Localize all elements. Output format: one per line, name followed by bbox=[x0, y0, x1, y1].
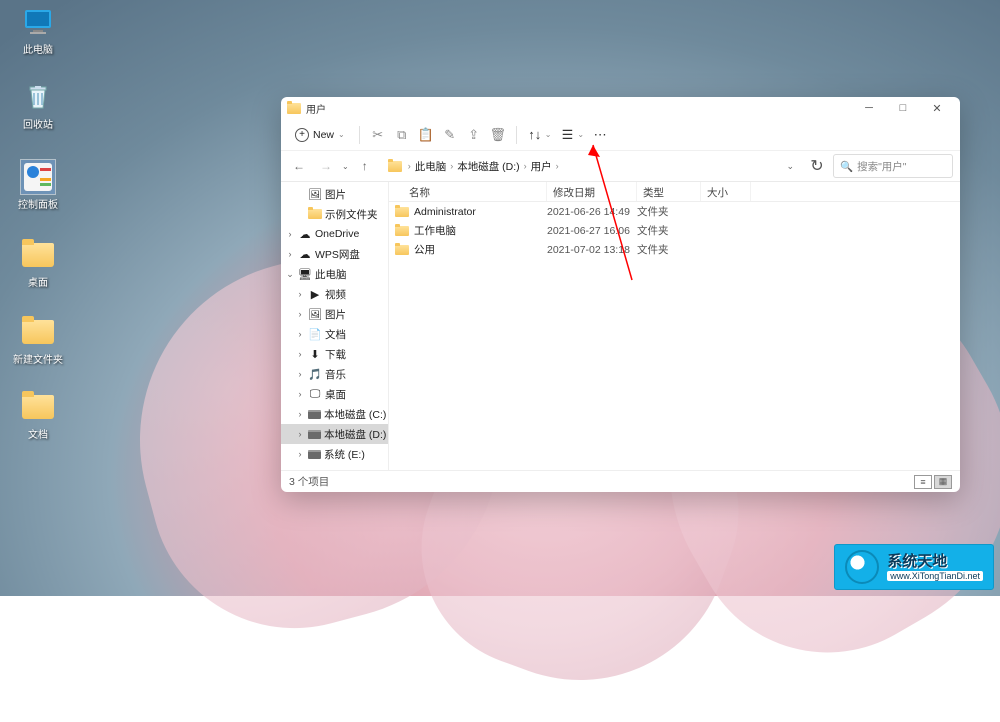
chevron-icon[interactable]: › bbox=[295, 389, 305, 399]
rename-button[interactable]: ✎ bbox=[438, 123, 462, 147]
chevron-icon[interactable]: › bbox=[295, 409, 305, 419]
breadcrumb-drive-d[interactable]: 本地磁盘 (D:) bbox=[457, 159, 519, 174]
titlebar[interactable]: 用户 ─ □ ✕ bbox=[281, 97, 960, 119]
minimize-button[interactable]: ─ bbox=[852, 97, 886, 119]
column-size[interactable]: 大小 bbox=[701, 182, 751, 201]
chevron-icon[interactable]: › bbox=[295, 289, 305, 299]
refresh-button[interactable]: ↻ bbox=[806, 155, 828, 177]
view-button[interactable]: ☰ bbox=[555, 123, 579, 147]
toolbar: + New ⌄ ✂ ⧉ 📋 ✎ ⇪ 🗑 ↑↓ ⌄ ☰ ⌄ ⋯ bbox=[281, 119, 960, 151]
sidebar-item-下载[interactable]: ›⬇下载 bbox=[281, 344, 388, 364]
sort-button[interactable]: ↑↓ bbox=[523, 123, 547, 147]
breadcrumb-users[interactable]: 用户 bbox=[531, 159, 552, 174]
docs-icon: 📄 bbox=[308, 327, 322, 341]
desktop-icon-控制面板[interactable]: 控制面板 bbox=[8, 160, 68, 211]
sidebar-item-视频[interactable]: ›▶视频 bbox=[281, 284, 388, 304]
drive-icon bbox=[308, 410, 321, 419]
folder-icon bbox=[287, 103, 301, 114]
search-input[interactable]: 🔍 搜索"用户" bbox=[833, 154, 953, 178]
chevron-icon[interactable]: › bbox=[295, 309, 305, 319]
sidebar-item-示例文件夹[interactable]: 示例文件夹 bbox=[281, 204, 388, 224]
folder-icon bbox=[395, 226, 409, 236]
folder-icon bbox=[388, 161, 402, 172]
sidebar-item-本地磁盘 (C:)[interactable]: ›本地磁盘 (C:) bbox=[281, 404, 388, 424]
file-row[interactable]: 公用2021-07-02 13:18文件夹 bbox=[389, 240, 960, 259]
desktop-icon-此电脑[interactable]: 此电脑 bbox=[8, 5, 68, 56]
desktop-icon-新建文件夹[interactable]: 新建文件夹 bbox=[8, 315, 68, 366]
column-date[interactable]: 修改日期 bbox=[547, 182, 637, 201]
cloud-icon: ☁ bbox=[298, 227, 312, 241]
desktop-icon: 🖵 bbox=[308, 387, 322, 401]
folder-icon bbox=[395, 207, 409, 217]
file-list[interactable]: Administrator2021-06-26 14:49文件夹工作电脑2021… bbox=[389, 202, 960, 470]
desktop-icon-桌面[interactable]: 桌面 bbox=[8, 238, 68, 289]
maximize-button[interactable]: □ bbox=[886, 97, 920, 119]
chevron-icon[interactable]: › bbox=[295, 329, 305, 339]
sidebar-item-OneDrive[interactable]: ›☁OneDrive bbox=[281, 224, 388, 244]
address-bar: ← → ⌄ ↑ › 此电脑 › 本地磁盘 (D:) › 用户 › ⌄ ↻ 🔍 搜… bbox=[281, 151, 960, 182]
video-icon: ▶ bbox=[308, 287, 322, 301]
cut-button[interactable]: ✂ bbox=[366, 123, 390, 147]
sidebar-item-桌面[interactable]: ›🖵桌面 bbox=[281, 384, 388, 404]
folder-icon bbox=[395, 245, 409, 255]
folder-icon bbox=[308, 209, 322, 219]
desktop-icon-文档[interactable]: 文档 bbox=[8, 390, 68, 441]
copy-button[interactable]: ⧉ bbox=[390, 123, 414, 147]
sidebar-item-系统 (E:)[interactable]: ›系统 (E:) bbox=[281, 444, 388, 464]
chevron-icon[interactable]: ⌄ bbox=[285, 269, 295, 280]
column-headers[interactable]: 名称 修改日期 类型 大小 bbox=[389, 182, 960, 202]
sidebar-item-此电脑[interactable]: ⌄🖥此电脑 bbox=[281, 264, 388, 284]
column-type[interactable]: 类型 bbox=[637, 182, 701, 201]
file-row[interactable]: Administrator2021-06-26 14:49文件夹 bbox=[389, 202, 960, 221]
icons-view-toggle[interactable]: ▦ bbox=[934, 475, 952, 489]
window-title: 用户 bbox=[306, 101, 326, 116]
breadcrumb[interactable]: › 此电脑 › 本地磁盘 (D:) › 用户 › ⌄ bbox=[381, 154, 801, 178]
column-name[interactable]: 名称 bbox=[389, 182, 547, 201]
forward-button[interactable]: → bbox=[315, 155, 337, 177]
new-button[interactable]: + New ⌄ bbox=[287, 125, 353, 145]
pc-icon: 🖥 bbox=[298, 267, 312, 281]
history-dropdown[interactable]: ⌄ bbox=[342, 162, 349, 171]
watermark: 系统天地 www.XiTongTianDi.net bbox=[834, 544, 994, 590]
sidebar-item-音乐[interactable]: ›🎵音乐 bbox=[281, 364, 388, 384]
chevron-icon[interactable]: › bbox=[295, 369, 305, 379]
sidebar-item-图片[interactable]: 🖼图片 bbox=[281, 184, 388, 204]
back-button[interactable]: ← bbox=[288, 155, 310, 177]
details-view-toggle[interactable]: ≡ bbox=[914, 475, 932, 489]
close-button[interactable]: ✕ bbox=[920, 97, 954, 119]
music-icon: 🎵 bbox=[308, 367, 322, 381]
chevron-icon[interactable]: › bbox=[295, 429, 305, 439]
sidebar-item-WPS网盘[interactable]: ›☁WPS网盘 bbox=[281, 244, 388, 264]
file-list-panel: 名称 修改日期 类型 大小 Administrator2021-06-26 14… bbox=[389, 182, 960, 470]
paste-button[interactable]: 📋 bbox=[414, 123, 438, 147]
navigation-sidebar[interactable]: 🖼图片示例文件夹›☁OneDrive›☁WPS网盘⌄🖥此电脑›▶视频›🖼图片›📄… bbox=[281, 182, 389, 470]
chevron-icon[interactable]: › bbox=[295, 449, 305, 459]
sidebar-item-文档[interactable]: ›📄文档 bbox=[281, 324, 388, 344]
chevron-icon[interactable]: › bbox=[295, 349, 305, 359]
drive-icon bbox=[308, 450, 321, 459]
plus-icon: + bbox=[295, 128, 309, 142]
chevron-icon[interactable]: › bbox=[285, 229, 295, 239]
sidebar-item-图片[interactable]: ›🖼图片 bbox=[281, 304, 388, 324]
file-explorer-window: 用户 ─ □ ✕ + New ⌄ ✂ ⧉ 📋 ✎ ⇪ 🗑 ↑↓ ⌄ ☰ ⌄ ⋯ … bbox=[281, 97, 960, 492]
desktop-icon-回收站[interactable]: 回收站 bbox=[8, 80, 68, 131]
watermark-logo-icon bbox=[845, 550, 879, 584]
pictures-icon: 🖼 bbox=[308, 307, 322, 321]
item-count: 3 个项目 bbox=[289, 474, 329, 489]
download-icon: ⬇ bbox=[308, 347, 322, 361]
drive-icon bbox=[308, 430, 321, 439]
file-row[interactable]: 工作电脑2021-06-27 16:06文件夹 bbox=[389, 221, 960, 240]
breadcrumb-this-pc[interactable]: 此电脑 bbox=[415, 159, 447, 174]
sidebar-item-本地磁盘 (D:)[interactable]: ›本地磁盘 (D:) bbox=[281, 424, 388, 444]
cloud-icon: ☁ bbox=[298, 247, 312, 261]
chevron-down-icon[interactable]: ⌄ bbox=[786, 161, 794, 172]
pictures-icon: 🖼 bbox=[308, 187, 322, 201]
status-bar: 3 个项目 ≡ ▦ bbox=[281, 470, 960, 492]
up-button[interactable]: ↑ bbox=[354, 155, 376, 177]
delete-button[interactable]: 🗑 bbox=[486, 123, 510, 147]
more-button[interactable]: ⋯ bbox=[588, 123, 612, 147]
share-button[interactable]: ⇪ bbox=[462, 123, 486, 147]
chevron-icon[interactable]: › bbox=[285, 249, 295, 259]
search-icon: 🔍 bbox=[840, 160, 853, 173]
